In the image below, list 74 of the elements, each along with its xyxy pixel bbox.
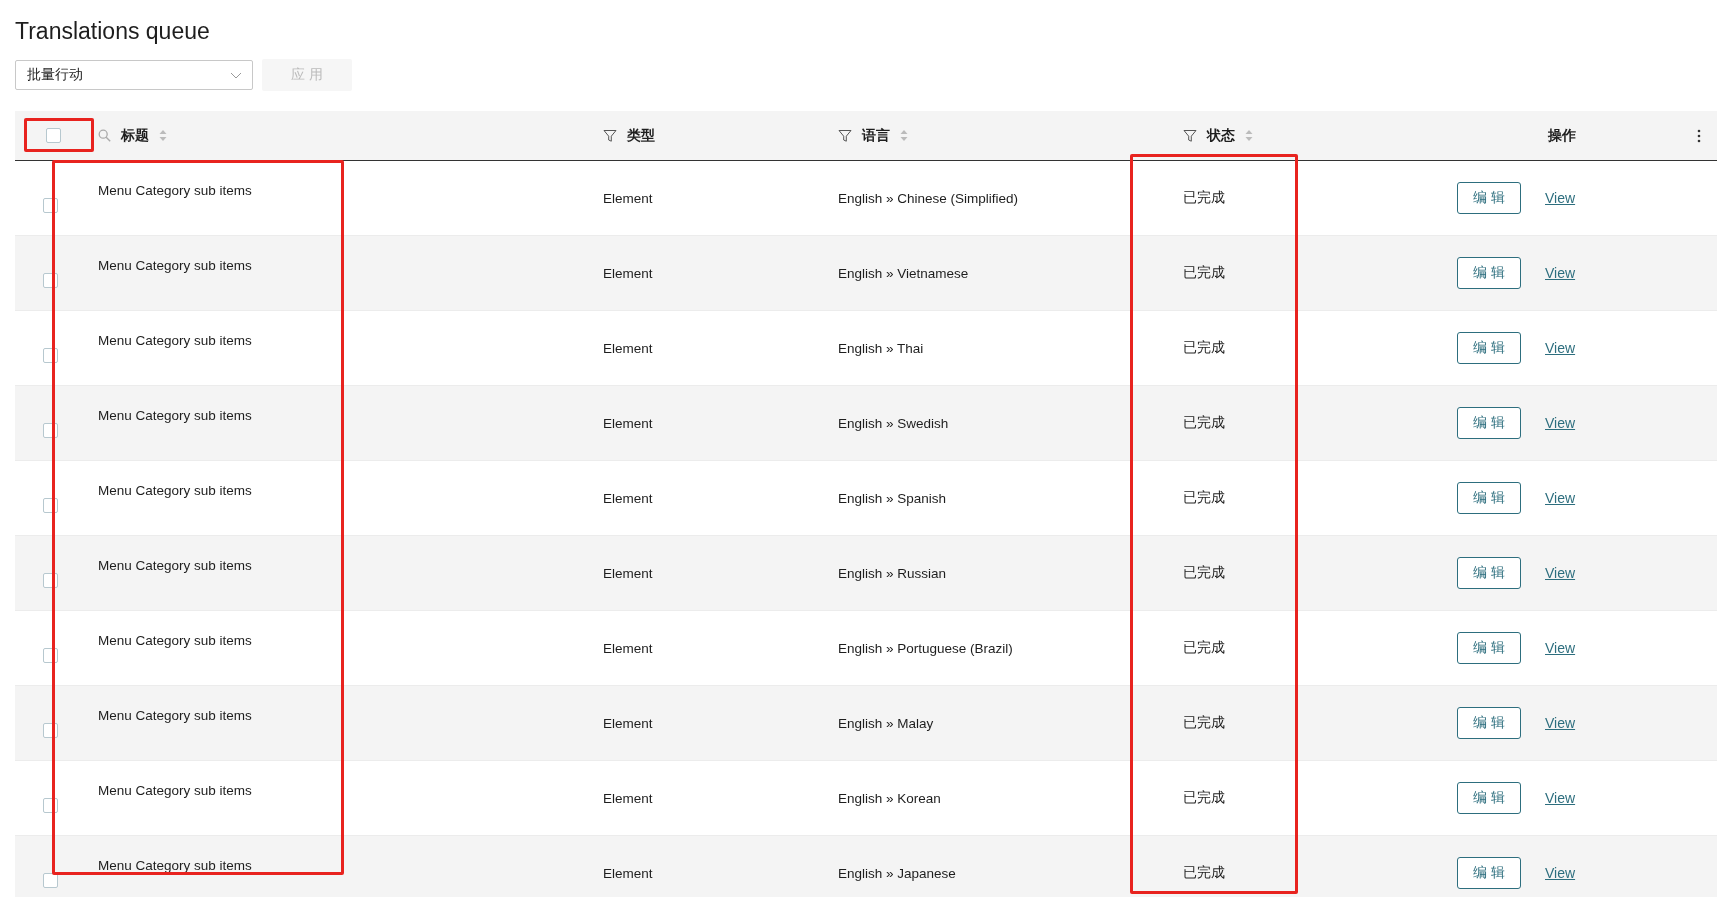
view-link[interactable]: View xyxy=(1545,415,1576,431)
edit-button[interactable]: 编 辑 xyxy=(1457,182,1521,214)
status-cell-text: 已完成 xyxy=(1183,639,1226,657)
title-cell-text: Menu Category sub items xyxy=(98,408,253,423)
edit-button[interactable]: 编 辑 xyxy=(1457,332,1521,364)
title-cell-text: Menu Category sub items xyxy=(98,858,253,873)
view-link[interactable]: View xyxy=(1545,715,1576,731)
bulk-actions-select[interactable]: 批量行动 xyxy=(15,60,253,90)
type-cell-text: Element xyxy=(603,640,654,656)
title-cell-text: Menu Category sub items xyxy=(98,483,253,498)
filter-icon[interactable] xyxy=(838,128,852,143)
column-header[interactable]: 标题 xyxy=(121,126,149,145)
view-link[interactable]: View xyxy=(1545,565,1576,581)
status-cell-text: 已完成 xyxy=(1183,339,1226,357)
view-link[interactable]: View xyxy=(1545,790,1576,806)
view-link[interactable]: View xyxy=(1545,190,1576,206)
status-cell-text: 已完成 xyxy=(1183,714,1226,732)
status-cell-text: 已完成 xyxy=(1183,564,1226,582)
language-cell-text: English » Korean xyxy=(838,790,942,806)
language-cell-text: English » Vietnamese xyxy=(838,265,970,281)
type-cell-text: Element xyxy=(603,190,654,206)
status-cell-text: 已完成 xyxy=(1183,189,1226,207)
language-cell-text: English » Japanese xyxy=(838,865,957,881)
title-cell-text: Menu Category sub items xyxy=(98,183,253,198)
view-link[interactable]: View xyxy=(1545,490,1576,506)
language-cell-text: English » Thai xyxy=(838,340,925,356)
title-cell-text: Menu Category sub items xyxy=(98,333,253,348)
type-cell-text: Element xyxy=(603,790,654,806)
title-cell-text: Menu Category sub items xyxy=(98,258,253,273)
view-link[interactable]: View xyxy=(1545,340,1576,356)
view-link[interactable]: View xyxy=(1545,640,1576,656)
language-cell-text: English » Portuguese (Brazil) xyxy=(838,640,1014,656)
type-cell-text: Element xyxy=(603,490,654,506)
page-title: Translations queue xyxy=(15,18,211,45)
edit-button[interactable]: 编 辑 xyxy=(1457,407,1521,439)
type-cell-text: Element xyxy=(603,265,654,281)
chevron-down-icon xyxy=(230,71,242,79)
column-header: 操作 xyxy=(1547,126,1576,145)
column-header[interactable]: 语言 xyxy=(862,126,890,145)
status-cell-text: 已完成 xyxy=(1183,864,1226,882)
language-cell-text: English » Chinese (Simplified) xyxy=(838,190,1020,206)
edit-button[interactable]: 编 辑 xyxy=(1457,557,1521,589)
type-cell-text: Element xyxy=(603,340,654,356)
select-all-checkbox[interactable] xyxy=(46,128,61,143)
view-link[interactable]: View xyxy=(1545,865,1576,881)
column-header[interactable]: 状态 xyxy=(1207,126,1235,145)
status-cell-text: 已完成 xyxy=(1183,789,1226,807)
status-cell-text: 已完成 xyxy=(1183,489,1226,507)
language-cell-text: English » Swedish xyxy=(838,415,950,431)
title-cell-text: Menu Category sub items xyxy=(98,708,253,723)
column-header: 类型 xyxy=(627,126,655,145)
title-cell-text: Menu Category sub items xyxy=(98,783,253,798)
language-cell-text: English » Spanish xyxy=(838,490,948,506)
type-cell-text: Element xyxy=(603,415,654,431)
language-cell-text: English » Russian xyxy=(838,565,948,581)
more-vertical-icon[interactable] xyxy=(1696,128,1701,143)
type-cell-text: Element xyxy=(603,565,654,581)
language-cell-text: English » Malay xyxy=(838,715,935,731)
type-cell-text: Element xyxy=(603,715,654,731)
title-cell-text: Menu Category sub items xyxy=(98,558,253,573)
edit-button[interactable]: 编 辑 xyxy=(1457,482,1521,514)
edit-button[interactable]: 编 辑 xyxy=(1457,257,1521,289)
edit-button[interactable]: 编 辑 xyxy=(1457,632,1521,664)
row-checkbox[interactable] xyxy=(43,872,58,888)
filter-icon[interactable] xyxy=(603,128,617,143)
status-cell-text: 已完成 xyxy=(1183,414,1226,432)
view-link[interactable]: View xyxy=(1545,265,1576,281)
edit-button[interactable]: 编 辑 xyxy=(1457,707,1521,739)
type-cell-text: Element xyxy=(603,865,654,881)
edit-button[interactable]: 编 辑 xyxy=(1457,782,1521,814)
edit-button[interactable]: 编 辑 xyxy=(1457,857,1521,889)
title-cell-text: Menu Category sub items xyxy=(98,633,253,648)
filter-icon[interactable] xyxy=(1183,128,1197,143)
status-cell-text: 已完成 xyxy=(1183,264,1226,282)
